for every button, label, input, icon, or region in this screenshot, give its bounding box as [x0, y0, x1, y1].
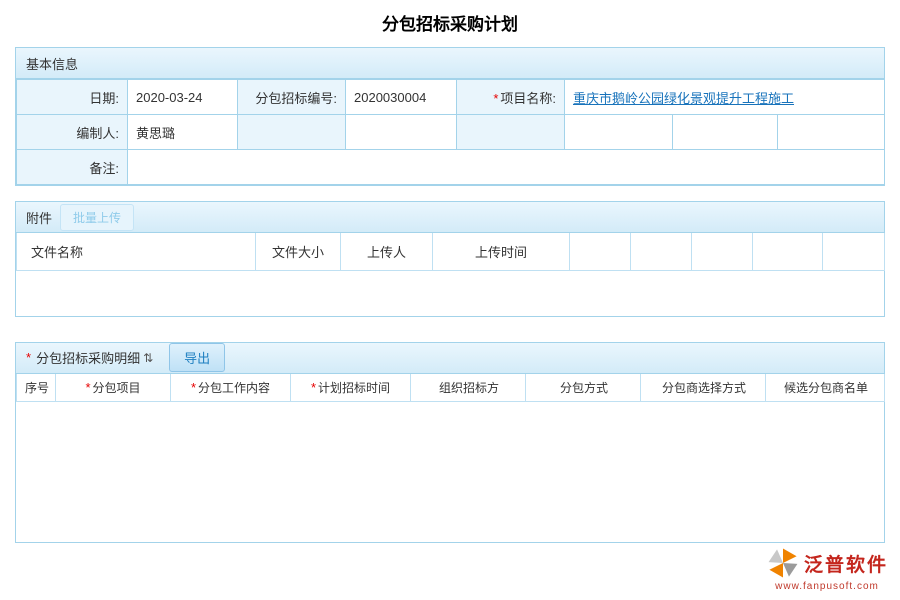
brand-logo: 泛普软件 www.fanpusoft.com — [766, 546, 888, 592]
remark-value — [128, 150, 885, 185]
col-empty — [692, 233, 753, 270]
brand-website: www.fanpusoft.com — [766, 581, 888, 592]
project-name-label: 项目名称: — [500, 91, 556, 106]
attachments-empty-body — [16, 271, 884, 316]
col-empty — [631, 233, 692, 270]
sort-icon[interactable]: ⇅ — [143, 352, 153, 364]
attachments-table: 文件名称 文件大小 上传人 上传时间 — [16, 233, 885, 271]
detail-title: 分包招标采购明细 — [36, 348, 140, 367]
attachments-header: 附件 批量上传 — [16, 202, 884, 233]
date-label: 日期: — [17, 80, 128, 115]
col-required-mark: * — [85, 380, 90, 395]
compiler-value: 黄思璐 — [128, 115, 238, 150]
col-label: 分包方式 — [560, 381, 608, 395]
col-sub-method: 分包方式 — [526, 374, 641, 402]
page-title: 分包招标采购计划 — [0, 0, 900, 35]
detail-header-row: 序号 *分包项目 *分包工作内容 *计划招标时间 组织招标方 分包方式 分包商选… — [17, 374, 885, 402]
col-empty — [753, 233, 823, 270]
col-label: 计划招标时间 — [318, 381, 390, 395]
col-organizer: 组织招标方 — [411, 374, 526, 402]
basic-info-row-3: 备注: — [17, 150, 885, 185]
project-name-cell: 重庆市鹅岭公园绿化景观提升工程施工 — [565, 80, 885, 115]
detail-empty-body — [16, 402, 884, 542]
col-label: 分包项目 — [93, 381, 141, 395]
brand-name: 泛普软件 — [804, 550, 888, 577]
col-selection-method: 分包商选择方式 — [641, 374, 766, 402]
col-file-name: 文件名称 — [17, 233, 256, 270]
empty-value-cell — [346, 115, 457, 150]
required-asterisk: * — [493, 91, 498, 106]
col-uploader: 上传人 — [341, 233, 433, 270]
basic-info-table: 日期: 2020-03-24 分包招标编号: 2020030004 *项目名称:… — [16, 79, 885, 185]
project-name-link[interactable]: 重庆市鹅岭公园绿化景观提升工程施工 — [573, 91, 794, 106]
col-sub-project: *分包项目 — [56, 374, 171, 402]
col-required-mark: * — [191, 380, 196, 395]
col-label: 组织招标方 — [439, 381, 499, 395]
col-candidate-list: 候选分包商名单 — [766, 374, 885, 402]
date-value: 2020-03-24 — [128, 80, 238, 115]
basic-info-header: 基本信息 — [16, 48, 884, 79]
export-button[interactable]: 导出 — [169, 343, 225, 372]
detail-header: * 分包招标采购明细⇅ 导出 — [16, 343, 884, 374]
detail-title-wrap: * 分包招标采购明细⇅ — [26, 348, 153, 367]
attachments-header-row: 文件名称 文件大小 上传人 上传时间 — [17, 233, 885, 270]
compiler-label: 编制人: — [17, 115, 128, 150]
col-upload-time: 上传时间 — [433, 233, 570, 270]
empty-value-cell — [565, 115, 673, 150]
basic-info-row-2: 编制人: 黄思璐 — [17, 115, 885, 150]
empty-value-cell — [778, 115, 885, 150]
col-label: 候选分包商名单 — [784, 381, 868, 395]
col-required-mark: * — [311, 380, 316, 395]
col-file-size: 文件大小 — [256, 233, 341, 270]
col-plan-bid-time: *计划招标时间 — [291, 374, 411, 402]
col-empty — [570, 233, 631, 270]
col-work-content: *分包工作内容 — [171, 374, 291, 402]
basic-info-row-1: 日期: 2020-03-24 分包招标编号: 2020030004 *项目名称:… — [17, 80, 885, 115]
remark-label: 备注: — [17, 150, 128, 185]
fanpu-logo-icon — [766, 546, 800, 580]
empty-value-cell — [673, 115, 778, 150]
col-label: 分包商选择方式 — [662, 381, 746, 395]
attachments-section: 附件 批量上传 文件名称 文件大小 上传人 上传时间 — [15, 201, 885, 317]
basic-info-section: 基本信息 日期: 2020-03-24 分包招标编号: 2020030004 *… — [15, 47, 885, 186]
empty-label-cell — [457, 115, 565, 150]
col-empty — [823, 233, 885, 270]
project-name-label-cell: *项目名称: — [457, 80, 565, 115]
detail-table: 序号 *分包项目 *分包工作内容 *计划招标时间 组织招标方 分包方式 分包商选… — [16, 374, 885, 403]
empty-label-cell — [238, 115, 346, 150]
attachments-title: 附件 — [26, 208, 52, 227]
batch-upload-button[interactable]: 批量上传 — [60, 204, 134, 231]
basic-info-title: 基本信息 — [26, 54, 78, 73]
bid-no-label: 分包招标编号: — [238, 80, 346, 115]
brand-top: 泛普软件 — [766, 546, 888, 580]
required-asterisk: * — [26, 350, 31, 365]
col-label: 序号 — [25, 381, 49, 395]
detail-section: *分包招标采购明细⇅ 导出 序号 *分包项目 *分包工作内容 *计划招标时间 组… — [15, 342, 885, 544]
col-label: 分包工作内容 — [198, 381, 270, 395]
bid-no-value: 2020030004 — [346, 80, 457, 115]
col-seq: 序号 — [17, 374, 56, 402]
